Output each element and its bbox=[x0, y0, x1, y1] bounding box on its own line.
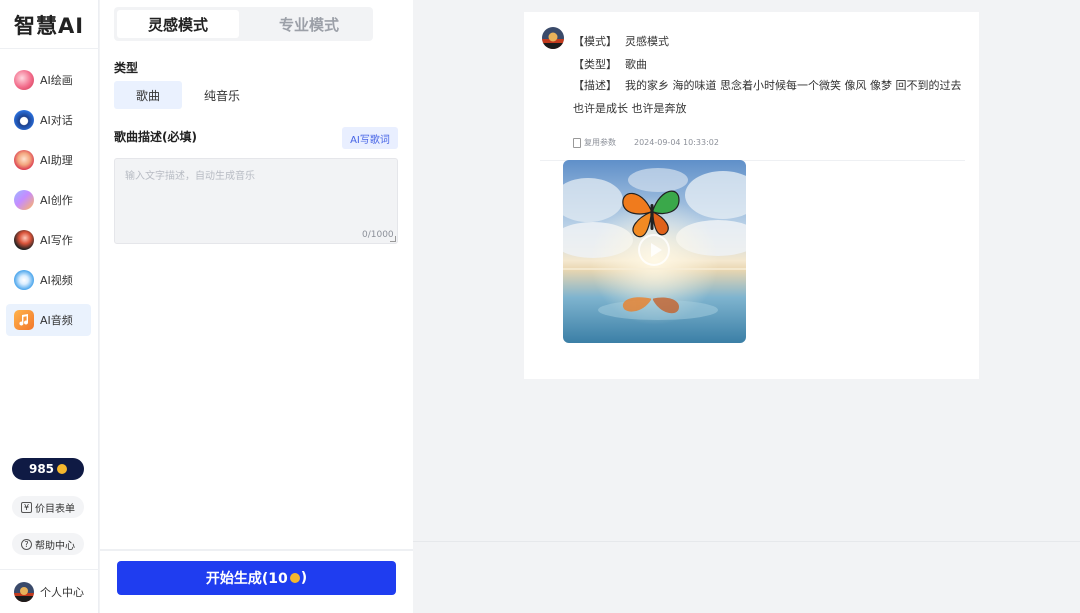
price-list-label: 价目表单 bbox=[35, 503, 75, 515]
coin-icon bbox=[57, 464, 68, 474]
document-icon bbox=[573, 137, 581, 148]
divider bbox=[0, 48, 99, 49]
ai-lyrics-button[interactable]: AI写歌词 bbox=[342, 127, 398, 149]
creation-pen-icon bbox=[14, 190, 34, 210]
painting-icon bbox=[14, 70, 34, 90]
coin-balance: 985 bbox=[28, 462, 55, 476]
nav-item-label: AI绘画 bbox=[40, 74, 73, 87]
nav-item-label: AI助理 bbox=[40, 154, 73, 167]
type-label: 类型 bbox=[114, 61, 139, 75]
music-note-icon bbox=[14, 310, 34, 330]
result-card: 【模式】 灵感模式 【类型】 歌曲 【描述】 我的家乡 海的味道 思念着小时候每一个微… bbox=[524, 12, 979, 379]
mode-info: 【模式】 灵感模式 bbox=[573, 33, 669, 49]
nav-item-ai-video[interactable]: AI视频 bbox=[6, 264, 91, 296]
music-form-panel: 灵感模式 专业模式 类型 歌曲 纯音乐 歌曲描述(必填) AI写歌词 0/100… bbox=[100, 0, 413, 613]
generate-label: 开始生成(10 bbox=[205, 571, 288, 587]
song-description-label: 歌曲描述(必填) bbox=[114, 130, 197, 144]
resize-handle[interactable] bbox=[390, 236, 396, 242]
timestamp: 2024-09-04 10:33:02 bbox=[634, 138, 719, 147]
nav-item-ai-chat[interactable]: AI对话 bbox=[6, 104, 91, 136]
writing-icon bbox=[14, 230, 34, 250]
description-key: 【描述】 bbox=[573, 79, 617, 92]
generate-button[interactable]: 开始生成(10) bbox=[117, 561, 396, 595]
help-center-button[interactable]: ? 帮助中心 bbox=[12, 533, 84, 555]
divider bbox=[100, 549, 413, 551]
nav-item-label: AI视频 bbox=[40, 274, 73, 287]
avatar bbox=[542, 27, 564, 49]
reuse-params-link[interactable]: 复用参数 bbox=[584, 137, 616, 148]
song-description-input[interactable] bbox=[114, 158, 398, 244]
assistant-icon bbox=[14, 150, 34, 170]
question-icon: ? bbox=[21, 538, 32, 550]
description-value: 我的家乡 海的味道 思念着小时候每一个微笑 像风 像梦 回不到的过去 也许是成长… bbox=[573, 79, 962, 115]
nav-item-ai-creation[interactable]: AI创作 bbox=[6, 184, 91, 216]
nav-item-ai-painting[interactable]: AI绘画 bbox=[6, 64, 91, 96]
nav-item-ai-audio[interactable]: AI音频 bbox=[6, 304, 91, 336]
divider bbox=[413, 541, 1080, 542]
profile-label: 个人中心 bbox=[40, 586, 84, 599]
nav-item-ai-assistant[interactable]: AI助理 bbox=[6, 144, 91, 176]
app-logo[interactable]: 智慧AI bbox=[14, 10, 84, 40]
char-counter: 0/1000 bbox=[362, 230, 394, 240]
chat-robot-icon bbox=[14, 110, 34, 130]
mode-tabs: 灵感模式 专业模式 bbox=[114, 7, 373, 41]
play-triangle bbox=[651, 243, 662, 257]
type-key: 【类型】 bbox=[573, 58, 617, 71]
type-value: 歌曲 bbox=[625, 58, 647, 71]
nav-item-label: AI写作 bbox=[40, 234, 73, 247]
type-song-button[interactable]: 歌曲 bbox=[114, 81, 182, 109]
left-nav: 智慧AI AI绘画 AI对话 AI助理 AI创作 AI写作 AI视频 AI音频 … bbox=[0, 0, 99, 613]
nav-item-label: AI创作 bbox=[40, 194, 73, 207]
nav-item-ai-writing[interactable]: AI写作 bbox=[6, 224, 91, 256]
yen-icon: ¥ bbox=[21, 501, 32, 513]
nav-item-label: AI音频 bbox=[40, 314, 73, 327]
play-icon[interactable] bbox=[638, 234, 670, 266]
description-info: 【描述】 我的家乡 海的味道 思念着小时候每一个微笑 像风 像梦 回不到的过去 也… bbox=[573, 74, 965, 120]
tab-inspiration-mode[interactable]: 灵感模式 bbox=[117, 10, 239, 38]
mode-key: 【模式】 bbox=[573, 35, 617, 48]
music-cover-thumbnail[interactable] bbox=[563, 160, 746, 343]
video-icon bbox=[14, 270, 34, 290]
coin-balance-badge[interactable]: 985 bbox=[12, 458, 84, 480]
result-meta: 复用参数 2024-09-04 10:33:02 bbox=[573, 137, 719, 148]
help-center-label: 帮助中心 bbox=[35, 540, 75, 552]
profile-link[interactable]: 个人中心 bbox=[14, 582, 84, 602]
price-list-button[interactable]: ¥ 价目表单 bbox=[12, 496, 84, 518]
avatar bbox=[14, 582, 34, 602]
coin-icon bbox=[289, 573, 300, 583]
mode-value: 灵感模式 bbox=[625, 35, 669, 48]
divider bbox=[0, 569, 99, 570]
type-info: 【类型】 歌曲 bbox=[573, 56, 647, 72]
type-instrumental-button[interactable]: 纯音乐 bbox=[188, 81, 256, 109]
generate-suffix: ) bbox=[300, 570, 308, 586]
nav-item-label: AI对话 bbox=[40, 114, 73, 127]
tab-pro-mode[interactable]: 专业模式 bbox=[248, 10, 370, 38]
